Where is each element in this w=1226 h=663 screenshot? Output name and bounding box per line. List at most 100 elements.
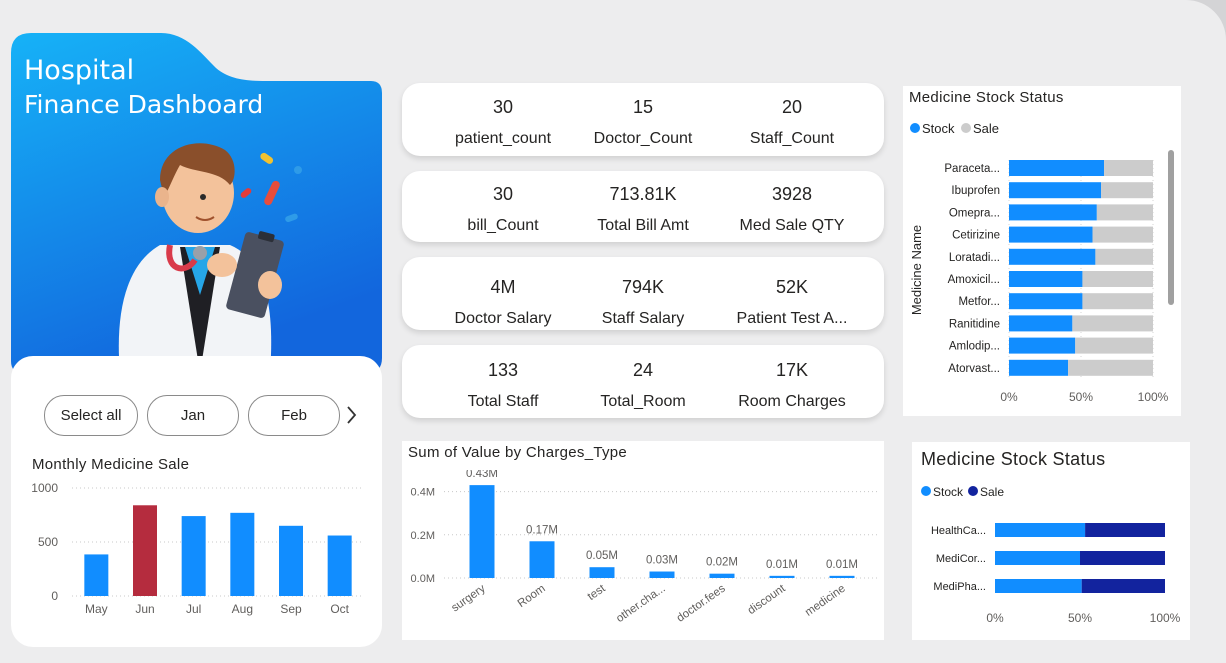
kpi-label: Doctor Salary [454, 310, 552, 327]
bar-sep [279, 525, 303, 596]
bar-sale-amlodip [1075, 337, 1153, 354]
x-tick-label: Room [516, 583, 548, 610]
category-label: MediPha... [933, 581, 986, 593]
x-tick-label: 100% [1138, 390, 1169, 404]
dashboard-title-line2: Finance Dashboard [24, 90, 264, 119]
x-tick-label: 0% [1000, 390, 1018, 404]
bar-stock-amoxicil [1009, 271, 1083, 287]
data-label: 0.01M [766, 559, 798, 571]
legend-marker-sale [968, 486, 978, 496]
kpi-total-bill-amt: 713.81K Total Bill Amt [563, 184, 723, 235]
company-stock-title: Medicine Stock Status [921, 449, 1106, 469]
medicine-stock-title: Medicine Stock Status [909, 89, 1064, 106]
x-tick-label: May [85, 602, 108, 616]
category-label: Amoxicil... [948, 274, 1000, 286]
x-tick-label: 50% [1069, 390, 1093, 404]
kpi-value: 133 [487, 360, 519, 380]
bar-stock-ibuprofen [1009, 182, 1102, 199]
bar-jul [181, 516, 206, 596]
kpi-label: patient_count [454, 130, 552, 147]
bar-discount [769, 575, 795, 578]
bar-stock-medicor [995, 551, 1080, 565]
medicine-stock-scrollbar[interactable] [1168, 150, 1174, 305]
kpi-label: Staff Salary [601, 310, 685, 327]
kpi-staff-count: 20 Staff_Count [712, 97, 872, 148]
slicer-jan[interactable]: Jan [147, 395, 239, 436]
kpi-label: Total_Room [600, 393, 686, 410]
kpi-value: 52K [775, 277, 809, 297]
x-tick-label: 50% [1068, 611, 1092, 625]
slicer-feb[interactable]: Feb [248, 395, 340, 436]
kpi-label: Patient Test A... [736, 310, 848, 327]
y-tick-label: 1000 [31, 481, 58, 495]
category-label: Amlodip... [949, 341, 1000, 353]
data-label: 0.02M [706, 557, 738, 569]
bar-stock-healthca [995, 523, 1086, 537]
doctor-illustration [118, 143, 302, 373]
legend-label-stock: Stock [922, 121, 955, 136]
data-label: 0.01M [826, 559, 858, 571]
data-label: 0.43M [466, 470, 498, 480]
category-label: Ibuprofen [951, 185, 1000, 197]
category-label: HealthCa... [931, 525, 986, 537]
bar-sale-ranitidine [1072, 315, 1153, 332]
bar-sale-medipha [1081, 579, 1165, 593]
category-label: Paraceta... [944, 163, 1000, 175]
dashboard-title-line1: Hospital [24, 55, 135, 86]
x-tick-label: test [586, 582, 609, 603]
charges-chart-title: Sum of Value by Charges_Type [408, 444, 628, 461]
category-label: Atorvast... [948, 363, 1000, 375]
chevron-right-icon[interactable] [344, 403, 358, 427]
bar-stock-atorvast [1009, 359, 1069, 376]
legend-marker-stock [910, 123, 920, 133]
bar-medicine [829, 575, 855, 578]
legend-marker-sale [961, 123, 971, 133]
x-tick-label: discount [746, 582, 789, 617]
kpi-label: bill_Count [467, 217, 539, 234]
legend-label-sale: Sale [980, 485, 1004, 499]
x-tick-label: Sep [280, 602, 302, 616]
category-label: Metfor... [958, 296, 1000, 308]
medicine-stock-chart: Stock Sale 0% 50% 100% Paraceta... Ibuprofen Om… [909, 121, 1169, 404]
bar-doctorfees [709, 573, 735, 578]
kpi-value: 4M [490, 277, 516, 297]
data-label: 0.17M [526, 524, 558, 536]
x-tick-label: Jul [186, 602, 201, 616]
x-tick-label: 0% [986, 611, 1004, 625]
kpi-value: 713.81K [609, 184, 677, 204]
category-label: Cetirizine [952, 230, 1000, 242]
category-label: Ranitidine [949, 318, 1000, 330]
bar-stock-metfor [1009, 293, 1083, 310]
kpi-doctor-count: 15 Doctor_Count [563, 97, 723, 148]
bar-sale-amoxicil [1082, 271, 1153, 287]
bar-room [529, 541, 555, 578]
bar-stock-medipha [995, 579, 1082, 593]
category-label: MediCor... [936, 553, 986, 565]
category-label: Loratadi... [949, 252, 1000, 264]
bar-surgery [469, 485, 495, 578]
bar-test [589, 567, 615, 578]
kpi-bill-count: 30 bill_Count [423, 184, 583, 235]
bar-sale-loratadi [1095, 248, 1153, 265]
kpi-value: 30 [492, 184, 514, 204]
bar-othercha [649, 571, 675, 578]
monthly-sale-chart: 0 500 1000 May Jun Jul Aug Sep Oct [31, 481, 364, 616]
legend-label-stock: Stock [933, 485, 964, 499]
kpi-staff-salary: 794K Staff Salary [563, 277, 723, 328]
kpi-label: Room Charges [738, 393, 846, 410]
bar-stock-cetirizine [1009, 226, 1093, 243]
x-tick-label: surgery [449, 582, 487, 614]
legend-marker-stock [921, 486, 931, 496]
dashboard-canvas: Hospital Finance Dashboard Select all Ja… [0, 0, 1226, 663]
data-label: 0.05M [586, 550, 618, 562]
bar-sale-ibuprofen [1101, 182, 1153, 199]
kpi-value: 3928 [771, 184, 813, 204]
y-tick-label: 500 [38, 535, 58, 549]
x-tick-label: Aug [232, 602, 253, 616]
charges-chart: 0.0M 0.2M 0.4M 0.43M surgery 0.17M Room 0.05M te… [411, 470, 880, 625]
kpi-label: Total Staff [467, 393, 539, 410]
kpi-value: 15 [632, 97, 654, 117]
bar-stock-ranitidine [1009, 315, 1073, 332]
bar-sale-paraceta [1104, 160, 1153, 176]
slicer-select-all[interactable]: Select all [44, 395, 138, 436]
